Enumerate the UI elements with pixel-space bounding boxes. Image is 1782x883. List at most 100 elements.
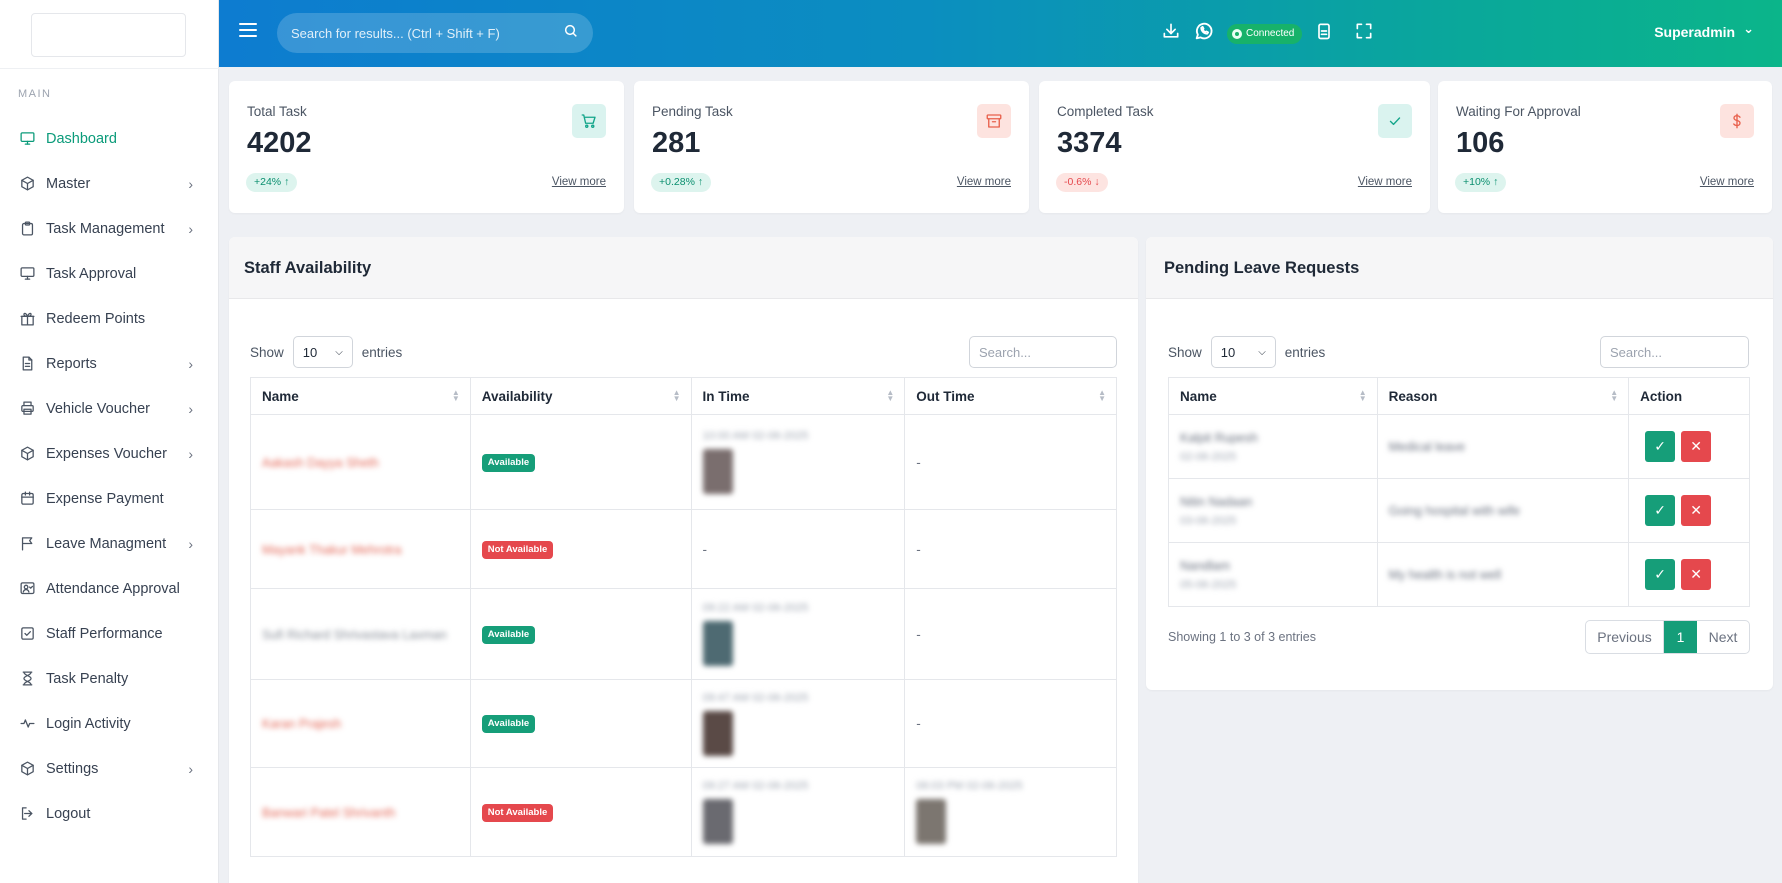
view-more-link[interactable]: View more (957, 176, 1011, 188)
in-time-text: 09:47 AM 02-06-2025 (702, 691, 809, 704)
sidebar-item-attendance-approval[interactable]: Attendance Approval (0, 566, 219, 611)
view-more-link[interactable]: View more (1358, 176, 1412, 188)
in-photo-thumbnail[interactable] (702, 449, 733, 494)
reject-button[interactable]: ✕ (1681, 559, 1712, 590)
download-icon[interactable] (1161, 21, 1181, 46)
sidebar-item-leave-managment[interactable]: Leave Managment › (0, 521, 219, 566)
availability-cell: Available (469, 414, 692, 510)
name-cell: Karan Prajesh (250, 679, 471, 768)
reject-button[interactable]: ✕ (1681, 495, 1712, 526)
sidebar-item-task-penalty[interactable]: Task Penalty (0, 656, 219, 701)
staff-name[interactable]: Karan Prajesh (262, 717, 341, 731)
monitor-icon (18, 265, 36, 283)
page-size-select[interactable]: 10 ⌵ (1210, 336, 1276, 368)
in-photo-thumbnail[interactable] (702, 799, 733, 844)
reason-cell: My health is not well (1376, 542, 1630, 607)
view-more-link[interactable]: View more (1700, 176, 1754, 188)
availability-cell: Available (469, 679, 692, 768)
leave-reason: Going hospital with wife (1388, 504, 1520, 518)
search-icon[interactable] (563, 23, 579, 44)
sidebar-item-expenses-voucher[interactable]: Expenses Voucher › (0, 431, 219, 476)
out-time-cell: - (904, 588, 1117, 680)
gift-icon (18, 310, 36, 328)
sidebar-item-settings[interactable]: Settings › (0, 746, 219, 791)
approve-button[interactable]: ✓ (1645, 559, 1676, 590)
sort-icon: ▲ ▼ (1358, 388, 1367, 403)
approve-button[interactable]: ✓ (1645, 495, 1676, 526)
column-header[interactable]: Out Time ▲ ▼ (904, 377, 1117, 415)
status-badge: Available (481, 453, 536, 472)
sidebar-item-label: Task Approval (46, 265, 137, 282)
sidebar-item-redeem-points[interactable]: Redeem Points (0, 296, 219, 341)
column-header[interactable]: Name ▲ ▼ (1168, 377, 1378, 415)
out-time-cell: - (904, 414, 1117, 510)
sidebar-item-staff-performance[interactable]: Staff Performance (0, 611, 219, 656)
file-icon (18, 355, 36, 373)
reason-cell: Going hospital with wife (1376, 478, 1630, 543)
fullscreen-icon[interactable] (1354, 21, 1374, 46)
user-name: Superadmin (1654, 24, 1736, 40)
user-menu[interactable]: Superadmin ⌄ (1654, 21, 1754, 40)
sidebar-item-label: Staff Performance (46, 625, 163, 642)
sidebar-item-label: Expense Payment (46, 490, 164, 507)
column-header[interactable]: Availability ▲ ▼ (469, 377, 692, 415)
cart-icon (572, 104, 606, 138)
leave-reason: Medical leave (1388, 440, 1466, 454)
sidebar-item-dashboard[interactable]: Dashboard (0, 116, 219, 161)
page-size-select[interactable]: 10 ⌵ (292, 336, 353, 368)
stat-value: 281 (652, 127, 701, 159)
sidebar-item-login-activity[interactable]: Login Activity (0, 701, 219, 746)
show-label: Show (250, 344, 284, 360)
pagination-next-button[interactable]: Next (1697, 621, 1749, 653)
monitor-icon (18, 130, 36, 148)
out-photo-thumbnail[interactable] (916, 799, 947, 844)
sidebar-item-logout[interactable]: Logout (0, 791, 219, 836)
column-header[interactable]: Reason ▲ ▼ (1376, 377, 1630, 415)
sidebar-item-expense-payment[interactable]: Expense Payment (0, 476, 219, 521)
view-more-link[interactable]: View more (552, 176, 606, 188)
whatsapp-icon[interactable] (1193, 20, 1215, 47)
stat-trend-badge: +10% ↑ (1455, 173, 1507, 192)
staff-name[interactable]: Sufi Richard Shrivastava Laxman (262, 628, 447, 642)
sidebar-item-vehicle-voucher[interactable]: Vehicle Voucher › (0, 386, 219, 431)
column-header-label: Out Time (916, 388, 975, 404)
sidebar-item-task-management[interactable]: Task Management › (0, 206, 219, 251)
staff-name[interactable]: Mayank Thakur Mehrotra (262, 543, 401, 557)
staff-name[interactable]: Aakash Dayya Sheth (262, 456, 379, 470)
sidebar-item-master[interactable]: Master › (0, 161, 219, 206)
logout-icon (18, 805, 36, 823)
in-photo-thumbnail[interactable] (702, 621, 733, 666)
table-info-text: Showing 1 to 3 of 3 entries (1168, 630, 1317, 644)
stat-card: Waiting For Approval 106 +10% ↑ View more (1438, 81, 1772, 213)
chevron-right-icon: › (188, 220, 193, 237)
staff-search-input[interactable] (969, 336, 1117, 368)
column-header[interactable]: Name ▲ ▼ (250, 377, 471, 415)
pagination-page-button[interactable]: 1 (1664, 621, 1697, 653)
sidebar-item-task-approval[interactable]: Task Approval (0, 251, 219, 296)
pagination-previous-button[interactable]: Previous (1586, 621, 1664, 653)
table-row: Kalpit Rupesh 02-06-2025 Medical leave ✓ ✕ (1168, 414, 1750, 479)
menu-toggle-icon[interactable] (239, 23, 257, 41)
logo[interactable] (31, 13, 186, 57)
hourglass-icon (18, 670, 36, 688)
pagination: Previous 1 Next (1585, 620, 1750, 654)
global-search-input[interactable] (291, 25, 563, 41)
id-badge-icon[interactable] (1314, 21, 1334, 46)
column-header: Action (1628, 377, 1750, 415)
in-photo-thumbnail[interactable] (702, 710, 733, 756)
name-cell: Nitin Nadaan 03-06-2025 (1168, 478, 1378, 543)
activity-icon (18, 715, 36, 733)
close-icon: ✕ (1690, 502, 1702, 518)
chevron-right-icon: › (188, 175, 193, 192)
sort-icon: ▲ ▼ (1098, 388, 1106, 403)
reject-button[interactable]: ✕ (1681, 431, 1712, 462)
global-search[interactable] (277, 13, 593, 53)
check-square-icon (18, 625, 36, 643)
approve-button[interactable]: ✓ (1645, 431, 1676, 462)
column-header[interactable]: In Time ▲ ▼ (690, 377, 906, 415)
leave-search-input[interactable] (1600, 336, 1749, 368)
table-row: Karan Prajesh Available 09:47 AM 02-06-202… (250, 679, 1117, 768)
sidebar-item-reports[interactable]: Reports › (0, 341, 219, 386)
staff-name[interactable]: Banwari Patel Shrivanth (262, 806, 395, 820)
leave-table: Name ▲ ▼ Reason ▲ ▼ Action Kalpit Rupesh 02-06-… (1168, 377, 1750, 607)
